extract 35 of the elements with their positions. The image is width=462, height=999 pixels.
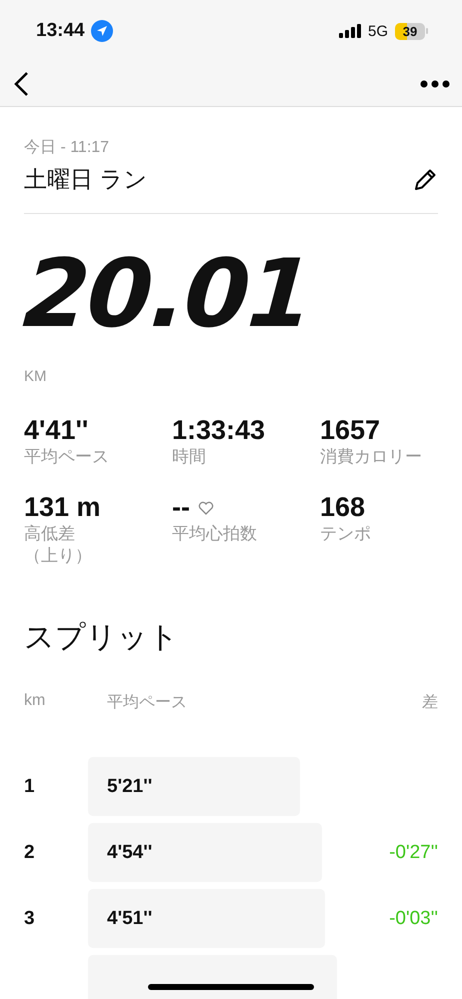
network-label: 5G bbox=[368, 22, 388, 40]
split-km: 1 bbox=[24, 776, 35, 797]
more-button[interactable] bbox=[420, 80, 450, 88]
activity-title: 土曜日 ラン bbox=[24, 165, 148, 194]
column-header: 平均ペース bbox=[107, 693, 188, 714]
stat-sublabel: （上り） bbox=[24, 545, 93, 568]
split-km: 2 bbox=[24, 842, 35, 863]
stat-value: 4'41'' bbox=[24, 415, 88, 446]
section-title: スプリット bbox=[24, 620, 180, 656]
stat-value: 168 bbox=[320, 492, 366, 524]
distance-unit: KM bbox=[24, 368, 48, 385]
edit-button[interactable] bbox=[412, 166, 438, 192]
stat-value: 131 m bbox=[24, 492, 101, 524]
distance-value: 20.01 bbox=[20, 248, 315, 342]
pace-diff: -0'27'' bbox=[389, 842, 438, 863]
pace-bar: 4'54'' bbox=[88, 823, 322, 882]
activity-date: 今日 - 11:17 bbox=[24, 138, 110, 158]
split-km: 3 bbox=[24, 908, 35, 929]
column-header: km bbox=[24, 692, 46, 712]
stat-label: テンポ bbox=[320, 523, 372, 546]
stat-label: 平均ペース bbox=[24, 446, 110, 468]
stat-value: 1:33:43 bbox=[172, 415, 266, 446]
signal-icon bbox=[338, 24, 361, 38]
pace-diff: -0'03'' bbox=[389, 908, 438, 929]
stat-label: 時間 bbox=[172, 446, 207, 468]
stat-value: 1657 bbox=[320, 415, 380, 446]
stat-value: -- bbox=[172, 492, 190, 524]
location-icon bbox=[90, 20, 113, 42]
stat-label: 高低差 bbox=[24, 523, 76, 546]
stat-label: 消費カロリー bbox=[320, 446, 423, 468]
pace-bar: 4'51'' bbox=[88, 889, 325, 948]
pace-bar: 5'21'' bbox=[88, 757, 300, 816]
column-header: 差 bbox=[422, 693, 438, 714]
status-time: 13:44 bbox=[36, 20, 85, 42]
stat-label: 平均心拍数 bbox=[172, 523, 258, 546]
